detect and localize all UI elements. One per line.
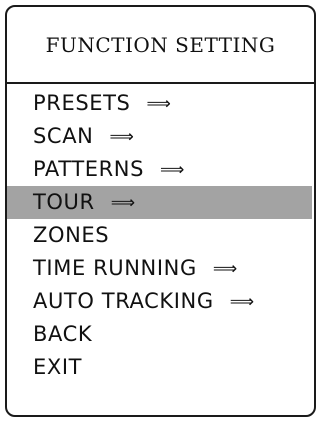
- menu-title: FUNCTION SETTING: [45, 32, 276, 57]
- menu-item-label: PRESETS: [33, 91, 131, 115]
- menu-item-label: ZONES: [33, 223, 110, 247]
- right-arrow-icon: ⟹: [110, 193, 136, 213]
- menu-item-label: TIME RUNNING: [33, 256, 197, 280]
- function-setting-menu-panel: FUNCTION SETTING PRESETS ⟹ SCAN ⟹ PATTERNS…: [5, 5, 316, 417]
- right-arrow-icon: ⟹: [229, 292, 255, 312]
- right-arrow-icon: ⟹: [109, 127, 135, 147]
- menu-item-exit[interactable]: EXIT: [7, 351, 314, 384]
- menu-item-label: SCAN: [33, 124, 94, 148]
- menu-list: PRESETS ⟹ SCAN ⟹ PATTERNS ⟹ TOUR ⟹ ZONES TIM…: [7, 87, 314, 384]
- menu-item-tour[interactable]: TOUR ⟹: [7, 186, 312, 219]
- menu-item-label: AUTO TRACKING: [33, 289, 214, 313]
- menu-item-scan[interactable]: SCAN ⟹: [7, 120, 314, 153]
- menu-item-patterns[interactable]: PATTERNS ⟹: [7, 153, 314, 186]
- right-arrow-icon: ⟹: [146, 94, 172, 114]
- right-arrow-icon: ⟹: [212, 259, 238, 279]
- title-divider: [7, 82, 314, 84]
- menu-item-presets[interactable]: PRESETS ⟹: [7, 87, 314, 120]
- menu-item-label: EXIT: [33, 355, 83, 379]
- right-arrow-icon: ⟹: [160, 160, 186, 180]
- menu-item-label: BACK: [33, 322, 93, 346]
- menu-item-back[interactable]: BACK: [7, 318, 314, 351]
- menu-item-label: TOUR: [33, 190, 95, 214]
- menu-item-auto-tracking[interactable]: AUTO TRACKING ⟹: [7, 285, 314, 318]
- menu-item-time-running[interactable]: TIME RUNNING ⟹: [7, 252, 314, 285]
- menu-item-label: PATTERNS: [33, 157, 145, 181]
- menu-item-zones[interactable]: ZONES: [7, 219, 314, 252]
